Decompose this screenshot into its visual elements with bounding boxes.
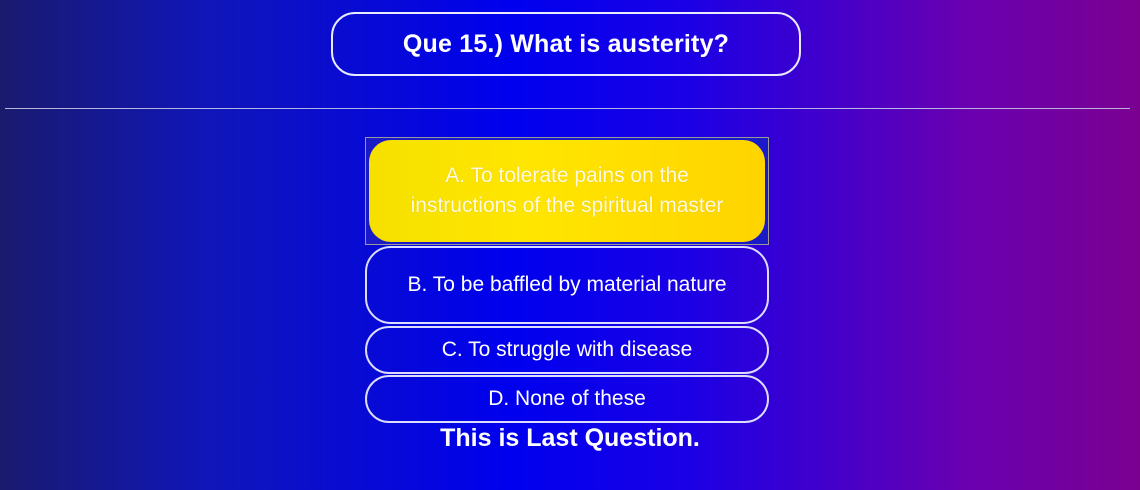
option-b-button[interactable]: B. To be baffled by material nature — [365, 246, 769, 324]
option-c-button[interactable]: C. To struggle with disease — [365, 326, 769, 374]
option-a-button[interactable]: A. To tolerate pains on the instructions… — [369, 140, 765, 242]
question-text: Que 15.) What is austerity? — [402, 29, 730, 58]
divider — [5, 108, 1130, 109]
last-question-note: This is Last Question. — [440, 424, 700, 452]
option-d-button[interactable]: D. None of these — [365, 375, 769, 423]
question-box: Que 15.) What is austerity? — [331, 12, 801, 76]
